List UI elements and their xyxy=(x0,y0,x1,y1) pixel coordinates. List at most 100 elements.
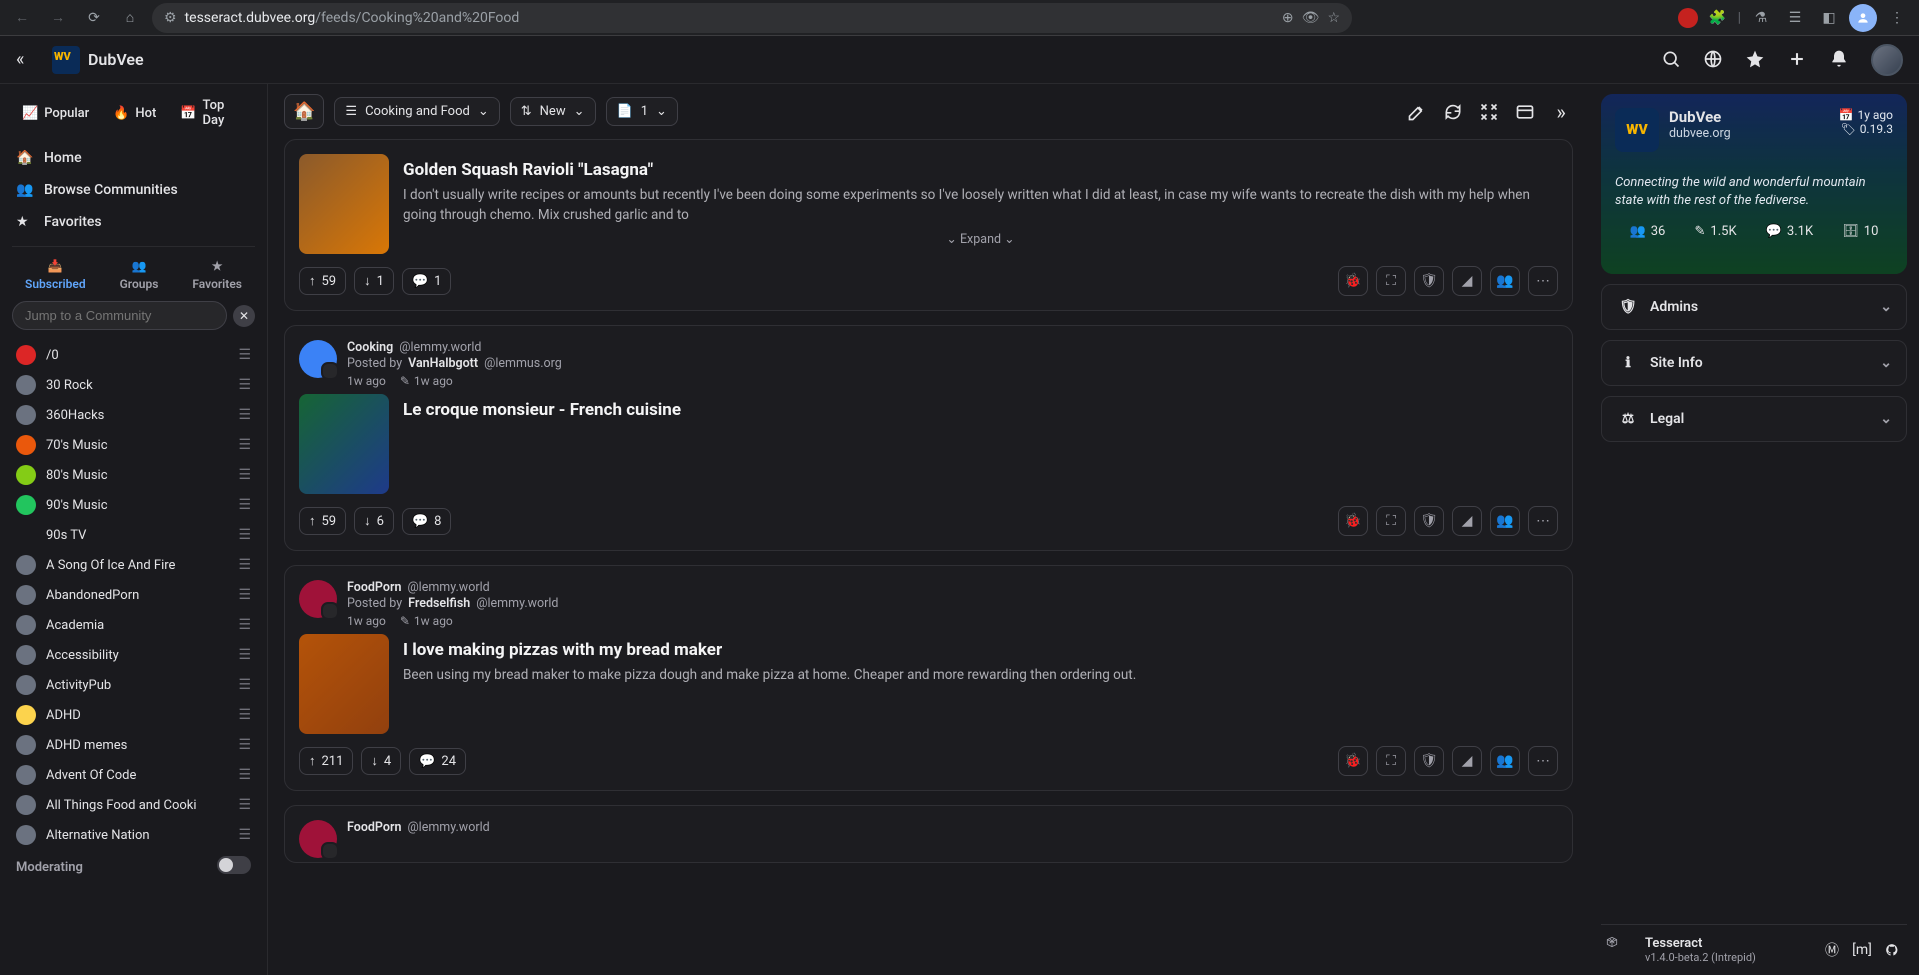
community-menu-icon[interactable]: ☰ xyxy=(238,587,251,603)
community-item[interactable]: 90s TV ☰ xyxy=(0,520,267,550)
community-menu-icon[interactable]: ☰ xyxy=(238,557,251,573)
upvote-box[interactable]: ↑211 xyxy=(299,747,353,775)
comments-box[interactable]: 💬24 xyxy=(409,748,466,775)
sort-selector[interactable]: ⇅ New ⌄ xyxy=(510,97,596,126)
accordion-siteinfo[interactable]: ℹ Site Info ⌄ xyxy=(1601,340,1907,386)
clear-input-icon[interactable]: ✕ xyxy=(233,305,255,327)
labs-icon[interactable]: ⚗ xyxy=(1747,4,1775,32)
community-menu-icon[interactable]: ☰ xyxy=(238,617,251,633)
eye-icon[interactable]: 👁 xyxy=(1302,10,1320,26)
flag-icon[interactable]: ◢ xyxy=(1452,266,1482,296)
accordion-legal[interactable]: ⚖ Legal ⌄ xyxy=(1601,396,1907,442)
more-icon[interactable]: ⋯ xyxy=(1528,266,1558,296)
community-avatar[interactable] xyxy=(299,340,337,378)
globe-icon[interactable] xyxy=(1703,49,1725,71)
community-item[interactable]: 80's Music ☰ xyxy=(0,460,267,490)
ublock-icon[interactable] xyxy=(1678,8,1698,28)
community-item[interactable]: Alternative Nation ☰ xyxy=(0,820,267,850)
shield-icon[interactable]: 🛡 xyxy=(1414,266,1444,296)
community-menu-icon[interactable]: ☰ xyxy=(238,647,251,663)
comments-box[interactable]: 💬8 xyxy=(402,508,452,535)
crosspost-icon[interactable]: 👥 xyxy=(1490,266,1520,296)
flag-icon[interactable]: ◢ xyxy=(1452,746,1482,776)
search-icon[interactable] xyxy=(1661,49,1683,71)
extensions-icon[interactable]: 🧩 xyxy=(1704,4,1732,32)
home-feed-button[interactable]: 🏠 xyxy=(284,94,324,129)
back-button[interactable]: ← xyxy=(8,4,36,32)
sidebar-link-browse[interactable]: 👥 Browse Communities xyxy=(0,174,267,206)
crosspost-icon[interactable]: 👥 xyxy=(1490,506,1520,536)
side-panel-icon[interactable]: ◧ xyxy=(1815,4,1843,32)
community-item[interactable]: ADHD memes ☰ xyxy=(0,730,267,760)
community-item[interactable]: 70's Music ☰ xyxy=(0,430,267,460)
bug-icon[interactable]: 🐞 xyxy=(1338,266,1368,296)
page-selector[interactable]: 📄 1 ⌄ xyxy=(606,97,678,126)
community-item[interactable]: Advent Of Code ☰ xyxy=(0,760,267,790)
collapse-sidebar-icon[interactable]: « xyxy=(16,49,36,70)
jump-community-input[interactable] xyxy=(12,301,227,330)
compose-icon[interactable] xyxy=(1405,100,1429,124)
expand-icon[interactable]: ⛶ xyxy=(1376,266,1406,296)
post-title[interactable]: I love making pizzas with my bread maker xyxy=(403,640,1558,660)
sidebar-tab-popular[interactable]: 📈 Popular xyxy=(12,92,99,134)
community-item[interactable]: AbandonedPorn ☰ xyxy=(0,580,267,610)
community-menu-icon[interactable]: ☰ xyxy=(238,707,251,723)
site-info-icon[interactable]: ⚙ xyxy=(164,10,177,26)
post-thumbnail[interactable] xyxy=(299,394,389,494)
community-menu-icon[interactable]: ☰ xyxy=(238,737,251,753)
post-thumbnail[interactable] xyxy=(299,154,389,254)
downvote-box[interactable]: ↓4 xyxy=(361,747,401,775)
upvote-box[interactable]: ↑59 xyxy=(299,507,346,535)
sidebar-tab-topday[interactable]: 📅 Top Day xyxy=(170,92,255,134)
community-name[interactable]: FoodPorn xyxy=(347,820,401,835)
community-menu-icon[interactable]: ☰ xyxy=(238,827,251,843)
shield-icon[interactable]: 🛡 xyxy=(1414,746,1444,776)
user-avatar[interactable] xyxy=(1871,44,1903,76)
community-item[interactable]: ADHD ☰ xyxy=(0,700,267,730)
community-menu-icon[interactable]: ☰ xyxy=(238,437,251,453)
reading-list-icon[interactable]: ☰ xyxy=(1781,4,1809,32)
community-item[interactable]: /0 ☰ xyxy=(0,340,267,370)
downvote-box[interactable]: ↓6 xyxy=(354,507,394,535)
post-title[interactable]: Golden Squash Ravioli "Lasagna" xyxy=(403,160,1558,180)
expand-icon[interactable]: ⛶ xyxy=(1376,506,1406,536)
community-item[interactable]: ActivityPub ☰ xyxy=(0,670,267,700)
community-item[interactable]: 30 Rock ☰ xyxy=(0,370,267,400)
community-item[interactable]: Accessibility ☰ xyxy=(0,640,267,670)
home-button[interactable]: ⌂ xyxy=(116,4,144,32)
upvote-box[interactable]: ↑ 59 xyxy=(299,267,346,295)
community-menu-icon[interactable]: ☰ xyxy=(238,407,251,423)
card-view-icon[interactable] xyxy=(1513,100,1537,124)
community-menu-icon[interactable]: ☰ xyxy=(238,377,251,393)
compact-view-icon[interactable] xyxy=(1477,100,1501,124)
community-item[interactable]: Academia ☰ xyxy=(0,610,267,640)
shield-icon[interactable]: 🛡 xyxy=(1414,506,1444,536)
refresh-icon[interactable] xyxy=(1441,100,1465,124)
comments-box[interactable]: 💬 1 xyxy=(402,268,452,295)
expand-button[interactable]: ⌄ Expand ⌄ xyxy=(403,231,1558,247)
community-menu-icon[interactable]: ☰ xyxy=(238,797,251,813)
downvote-box[interactable]: ↓ 1 xyxy=(354,267,394,295)
crosspost-icon[interactable]: 👥 xyxy=(1490,746,1520,776)
more-icon[interactable]: ⋯ xyxy=(1528,746,1558,776)
kebab-menu-icon[interactable]: ⋮ xyxy=(1883,4,1911,32)
post-title[interactable]: Le croque monsieur - French cuisine xyxy=(403,400,1558,420)
community-name[interactable]: FoodPorn xyxy=(347,580,401,595)
profile-avatar-icon[interactable] xyxy=(1849,4,1877,32)
community-item[interactable]: 360Hacks ☰ xyxy=(0,400,267,430)
inner-tab-favorites[interactable]: ★ Favorites xyxy=(192,259,242,291)
community-item[interactable]: A Song Of Ice And Fire ☰ xyxy=(0,550,267,580)
community-menu-icon[interactable]: ☰ xyxy=(238,767,251,783)
community-name[interactable]: Cooking xyxy=(347,340,393,355)
accordion-admins[interactable]: 🛡 Admins ⌄ xyxy=(1601,284,1907,330)
more-icon[interactable]: ⋯ xyxy=(1528,506,1558,536)
author-name[interactable]: VanHalbgott xyxy=(408,356,478,371)
community-menu-icon[interactable]: ☰ xyxy=(238,347,251,363)
community-menu-icon[interactable]: ☰ xyxy=(238,497,251,513)
moderating-toggle[interactable] xyxy=(217,856,251,874)
sidebar-link-home[interactable]: 🏠 Home xyxy=(0,142,267,174)
inner-tab-subscribed[interactable]: 📥 Subscribed xyxy=(25,259,86,291)
mastodon-icon[interactable]: Ⓜ xyxy=(1821,939,1843,961)
install-icon[interactable]: ⊕ xyxy=(1282,10,1294,26)
community-avatar[interactable] xyxy=(299,820,337,858)
